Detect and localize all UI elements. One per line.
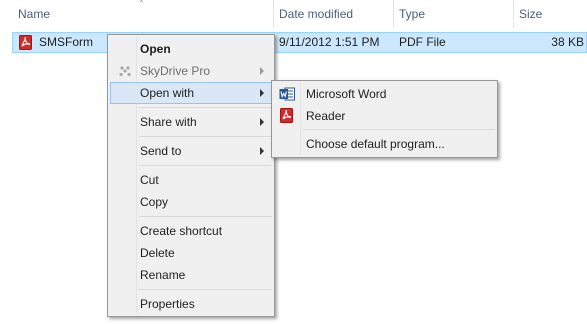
menu-item-label: Rename [140, 268, 186, 282]
submenu-item-microsoft-word[interactable]: Microsoft Word [274, 83, 495, 105]
submenu-arrow-icon [260, 147, 264, 155]
menu-item-create-shortcut[interactable]: Create shortcut [110, 220, 272, 242]
column-header-type[interactable]: Type [399, 0, 425, 28]
menu-item-label: Share with [140, 115, 197, 129]
menu-item-label: Create shortcut [140, 224, 223, 238]
file-type: PDF File [399, 35, 446, 49]
menu-separator [139, 107, 272, 108]
submenu-item-label: Choose default program... [306, 137, 445, 151]
menu-item-label: Open with [140, 86, 195, 100]
menu-item-open[interactable]: Open [110, 38, 272, 60]
menu-item-share-with[interactable]: Share with [110, 111, 272, 133]
file-size: 38 KB [551, 35, 584, 49]
submenu-item-label: Microsoft Word [306, 87, 387, 101]
column-header-bar: ⌃ Name Date modified Type Size [0, 0, 587, 28]
column-divider[interactable] [393, 0, 394, 28]
menu-item-properties[interactable]: Properties [110, 293, 272, 315]
skydrive-pro-icon [119, 66, 131, 77]
submenu-item-label: Reader [306, 109, 346, 123]
submenu-item-choose-default-program[interactable]: Choose default program... [274, 133, 495, 155]
menu-item-skydrive-pro[interactable]: SkyDrive Pro [110, 60, 272, 82]
menu-separator [139, 289, 272, 290]
menu-item-label: SkyDrive Pro [140, 64, 211, 78]
menu-item-label: Delete [140, 246, 175, 260]
menu-separator [139, 216, 272, 217]
submenu-item-reader[interactable]: Reader [274, 105, 495, 127]
submenu-arrow-icon [260, 89, 264, 97]
menu-item-rename[interactable]: Rename [110, 264, 272, 286]
column-header-name[interactable]: Name [18, 0, 50, 28]
menu-item-delete[interactable]: Delete [110, 242, 272, 264]
submenu-arrow-icon [260, 118, 264, 126]
sort-up-icon: ⌃ [138, 0, 145, 8]
file-name: SMSForm [39, 35, 93, 49]
menu-separator [139, 165, 272, 166]
menu-separator [139, 136, 272, 137]
menu-item-label: Open [140, 42, 171, 56]
menu-separator [303, 129, 495, 130]
submenu-arrow-icon [260, 67, 264, 75]
menu-item-cut[interactable]: Cut [110, 169, 272, 191]
open-with-submenu: Microsoft Word Reader Choose default pro… [271, 80, 498, 158]
file-row-smsform[interactable]: SMSForm 9/11/2012 1:51 PM PDF File 38 KB [12, 32, 587, 53]
menu-item-label: Cut [140, 173, 159, 187]
menu-item-copy[interactable]: Copy [110, 191, 272, 213]
column-header-size[interactable]: Size [519, 0, 542, 28]
menu-item-send-to[interactable]: Send to [110, 140, 272, 162]
reader-icon [280, 108, 293, 123]
menu-item-label: Send to [140, 144, 182, 158]
column-divider[interactable] [273, 0, 274, 28]
column-header-date-modified[interactable]: Date modified [279, 0, 353, 28]
pdf-file-icon [19, 35, 32, 50]
file-date-modified: 9/11/2012 1:51 PM [279, 35, 380, 49]
column-divider[interactable] [513, 0, 514, 28]
context-menu: Open SkyDrive Pro Open with Share with S… [107, 34, 275, 317]
microsoft-word-icon [279, 87, 295, 101]
menu-item-label: Copy [140, 195, 169, 209]
menu-item-label: Properties [140, 297, 195, 311]
menu-item-open-with[interactable]: Open with [110, 82, 272, 104]
